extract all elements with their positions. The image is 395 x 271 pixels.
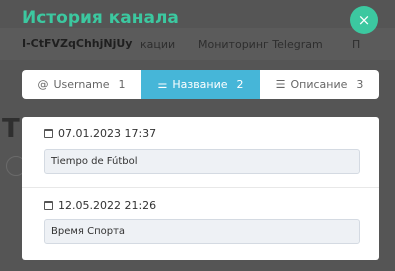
background-heading: Т bbox=[2, 114, 20, 144]
entry-value: Tiempo de Fútbol bbox=[44, 149, 360, 174]
calendar-icon bbox=[44, 201, 53, 210]
channel-id: I-CtFVZqChhjNjUy bbox=[22, 37, 133, 50]
list-lines-icon: ☰ bbox=[275, 78, 286, 91]
tab-description[interactable]: ☰ Описание 3 bbox=[260, 70, 379, 99]
entry-date: 12.05.2022 21:26 bbox=[44, 199, 156, 212]
tab-count: 1 bbox=[118, 78, 126, 91]
calendar-icon bbox=[44, 129, 53, 138]
history-entry: 07.01.2023 17:37 Tiempo de Fútbol bbox=[22, 117, 379, 187]
history-entry: 12.05.2022 21:26 Время Спорта bbox=[22, 188, 379, 260]
entry-value: Время Спорта bbox=[44, 219, 360, 244]
background-nav-item: Мониторинг Telegram bbox=[198, 38, 323, 51]
background-nav-item: кации bbox=[140, 38, 176, 51]
tab-username[interactable]: @ Username 1 bbox=[22, 70, 141, 99]
modal-title: История канала bbox=[22, 8, 179, 28]
history-panel: 07.01.2023 17:37 Tiempo de Fútbol 12.05.… bbox=[22, 117, 379, 260]
tab-count: 3 bbox=[356, 78, 364, 91]
tab-title[interactable]: ⚌ Название 2 bbox=[141, 70, 260, 99]
tab-label: Название bbox=[172, 78, 228, 91]
at-icon: @ bbox=[37, 78, 49, 91]
entry-date: 07.01.2023 17:37 bbox=[44, 127, 156, 140]
entry-date-text: 07.01.2023 17:37 bbox=[58, 127, 157, 140]
minus-lines-icon: ⚌ bbox=[157, 78, 168, 91]
close-button[interactable]: × bbox=[350, 6, 378, 34]
tab-label: Username bbox=[53, 78, 110, 91]
tab-count: 2 bbox=[236, 78, 244, 91]
tab-label: Описание bbox=[290, 78, 348, 91]
history-tabs: @ Username 1 ⚌ Название 2 ☰ Описание 3 bbox=[22, 70, 379, 99]
background-nav-item: П bbox=[352, 38, 361, 51]
entry-date-text: 12.05.2022 21:26 bbox=[58, 199, 157, 212]
close-icon: × bbox=[357, 11, 371, 29]
